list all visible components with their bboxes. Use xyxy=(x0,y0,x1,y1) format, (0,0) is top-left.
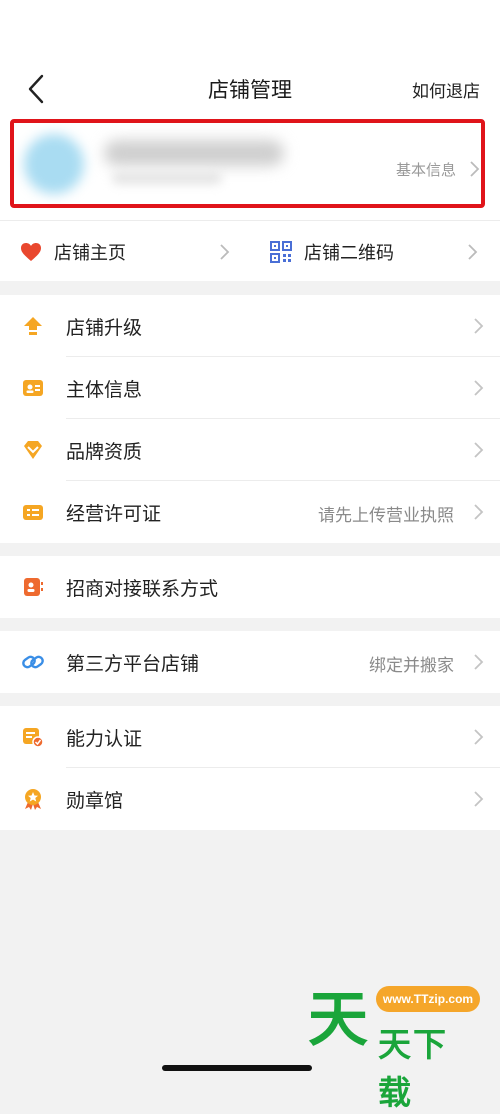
chevron-right-icon xyxy=(468,244,478,260)
heart-icon xyxy=(21,242,41,261)
shop-homepage-link[interactable]: 店铺主页 xyxy=(20,221,126,282)
menu-item-brand-qualification[interactable]: 品牌资质 xyxy=(0,419,500,481)
chevron-right-icon xyxy=(474,654,484,670)
link-icon xyxy=(22,655,44,669)
chevron-right-icon xyxy=(474,318,484,334)
menu-item-business-license[interactable]: 经营许可证 请先上传营业执照 xyxy=(0,481,500,543)
highlight-box xyxy=(10,119,485,208)
qrcode-icon xyxy=(270,240,292,263)
how-to-exit-link[interactable]: 如何退店 xyxy=(412,77,480,102)
medal-icon xyxy=(25,789,41,810)
watermark-text: 天下载 xyxy=(378,1025,448,1112)
menu-item-label: 招商对接联系方式 xyxy=(66,578,219,600)
home-indicator[interactable] xyxy=(162,1065,312,1071)
menu-item-store-upgrade[interactable]: 店铺升级 xyxy=(0,295,500,357)
menu-item-label: 能力认证 xyxy=(66,728,143,750)
watermark-url: www.TTzip.com xyxy=(376,986,480,1012)
shop-qrcode-label: 店铺二维码 xyxy=(304,242,394,264)
menu-item-label: 经营许可证 xyxy=(66,503,162,525)
id-card-icon xyxy=(23,380,43,396)
menu-item-value: 绑定并搬家 xyxy=(369,656,454,676)
chevron-right-icon xyxy=(474,442,484,458)
certificate-icon xyxy=(23,728,44,748)
menu-group-certification: 能力认证 勋章馆 xyxy=(0,706,500,830)
menu-item-label: 店铺升级 xyxy=(66,317,143,339)
chevron-right-icon xyxy=(474,729,484,745)
chevron-right-icon xyxy=(474,504,484,520)
shop-qrcode-link[interactable]: 店铺二维码 xyxy=(270,221,394,282)
shop-links-bar: 店铺主页 店铺二维码 xyxy=(0,220,500,281)
menu-group-store: 店铺升级 主体信息 品牌资质 经营许可证 请先上传营业执照 xyxy=(0,295,500,543)
menu-item-medal-hall[interactable]: 勋章馆 xyxy=(0,768,500,830)
shop-homepage-label: 店铺主页 xyxy=(54,242,126,264)
top-bar: 店铺管理 如何退店 xyxy=(0,0,500,118)
menu-item-third-party-store[interactable]: 第三方平台店铺 绑定并搬家 xyxy=(0,631,500,693)
menu-group-third-party: 第三方平台店铺 绑定并搬家 xyxy=(0,631,500,693)
menu-item-label: 主体信息 xyxy=(66,379,143,401)
diamond-icon xyxy=(24,441,42,459)
menu-item-investment-contact[interactable]: 招商对接联系方式 xyxy=(0,556,500,618)
chevron-right-icon xyxy=(474,380,484,396)
menu-item-label: 勋章馆 xyxy=(66,790,124,812)
chevron-right-icon xyxy=(220,244,230,260)
menu-item-label: 第三方平台店铺 xyxy=(66,653,200,675)
menu-item-ability-certification[interactable]: 能力认证 xyxy=(0,706,500,768)
menu-group-contact: 招商对接联系方式 xyxy=(0,556,500,618)
license-icon xyxy=(23,505,43,520)
menu-item-entity-info[interactable]: 主体信息 xyxy=(0,357,500,419)
watermark-big-char: 天 xyxy=(308,985,368,1055)
menu-item-value: 请先上传营业执照 xyxy=(318,506,454,526)
watermark-logo: 天 www.TTzip.com 天下载 xyxy=(308,985,480,1112)
chevron-right-icon xyxy=(474,791,484,807)
contact-card-icon xyxy=(24,578,43,596)
upgrade-arrow-icon xyxy=(24,317,42,335)
menu-item-label: 品牌资质 xyxy=(66,441,143,463)
